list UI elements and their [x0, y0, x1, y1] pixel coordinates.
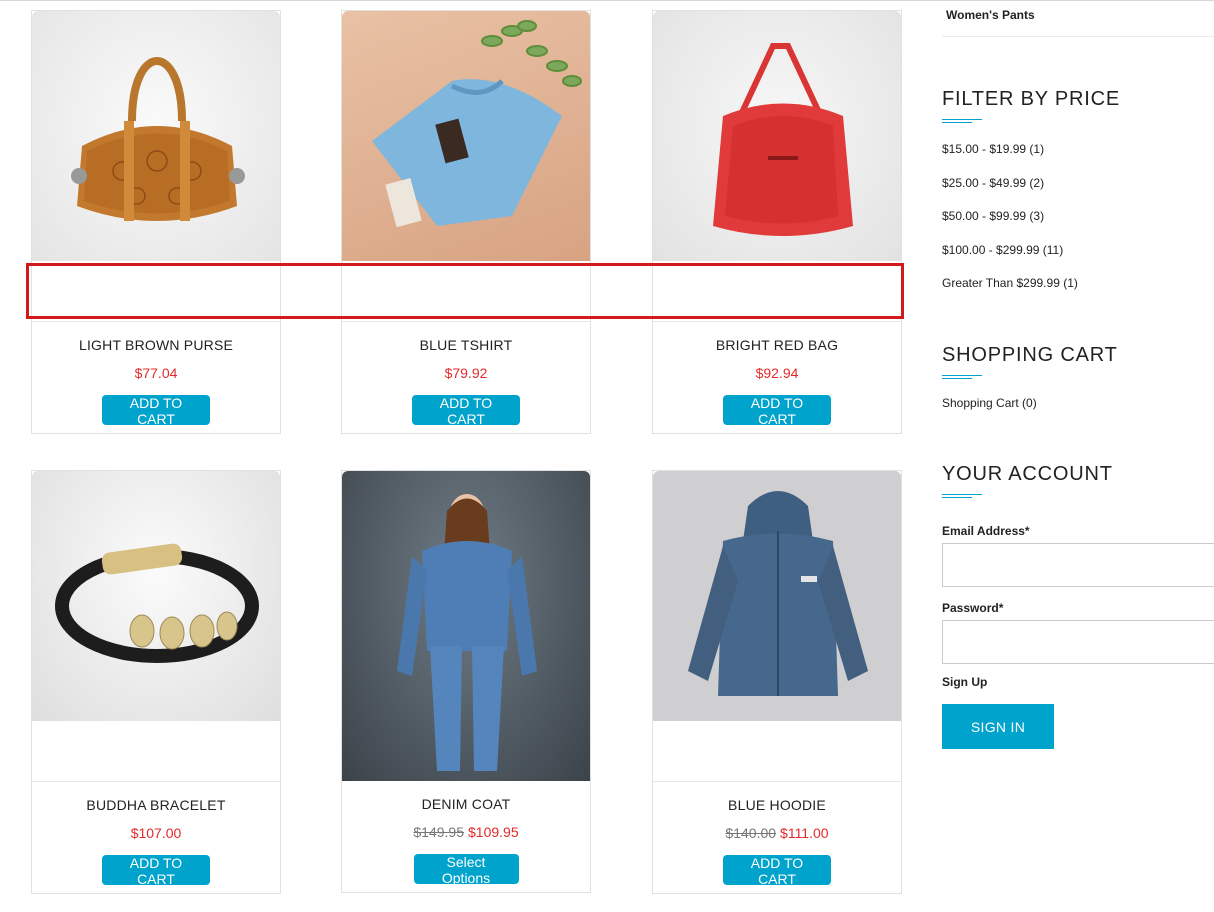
top-divider	[0, 0, 1214, 1]
product-name[interactable]: BRIGHT RED BAG	[653, 337, 901, 353]
category-link-womens-pants[interactable]: Women's Pants	[946, 8, 1035, 22]
password-label: Password*	[942, 601, 1004, 615]
old-price: $140.00	[725, 825, 777, 841]
email-field[interactable]	[942, 543, 1214, 587]
card-spacer	[32, 721, 280, 782]
denim-coat-image[interactable]	[342, 471, 590, 781]
product-card: LIGHT BROWN PURSE $77.04 ADD TO CART	[31, 10, 281, 434]
product-card: BRIGHT RED BAG $92.94 ADD TO CART	[652, 10, 902, 434]
price-filter-link[interactable]: $50.00 - $99.99 (3)	[942, 209, 1044, 223]
brown-purse-image[interactable]	[32, 11, 280, 261]
blue-tshirt-image[interactable]	[342, 11, 590, 261]
product-price: $79.92	[342, 365, 590, 381]
password-field[interactable]	[942, 620, 1214, 664]
card-spacer	[653, 721, 901, 782]
product-price: $77.04	[32, 365, 280, 381]
add-to-cart-button[interactable]: ADD TO CART	[723, 395, 831, 427]
heading-underline	[942, 494, 982, 498]
bracelet-image[interactable]	[32, 471, 280, 721]
product-price: $140.00 $111.00	[653, 825, 901, 841]
card-spacer	[32, 261, 280, 322]
product-name[interactable]: BUDDHA BRACELET	[32, 797, 280, 813]
product-name[interactable]: BLUE HOODIE	[653, 797, 901, 813]
add-to-cart-button[interactable]: ADD TO CART	[412, 395, 520, 427]
product-card: DENIM COAT $149.95 $109.95 Select Options	[341, 470, 591, 893]
product-price: $107.00	[32, 825, 280, 841]
product-card: BLUE HOODIE $140.00 $111.00 ADD TO CART	[652, 470, 902, 894]
add-to-cart-button[interactable]: ADD TO CART	[102, 855, 210, 887]
price-value: $107.00	[130, 825, 182, 841]
product-name[interactable]: DENIM COAT	[342, 796, 590, 812]
card-spacer	[342, 261, 590, 322]
sidebar-divider	[942, 36, 1214, 37]
price-filter-link[interactable]: $25.00 - $49.99 (2)	[942, 176, 1044, 190]
heading-underline	[942, 375, 982, 379]
price-filter-link[interactable]: Greater Than $299.99 (1)	[942, 276, 1078, 290]
product-name[interactable]: LIGHT BROWN PURSE	[32, 337, 280, 353]
price-value: $109.95	[468, 824, 519, 840]
shopping-cart-link[interactable]: Shopping Cart (0)	[942, 396, 1037, 410]
select-options-button[interactable]: Select Options	[413, 854, 519, 886]
product-price: $149.95 $109.95	[342, 824, 590, 840]
red-bag-image[interactable]	[653, 11, 901, 261]
price-value: $92.94	[755, 365, 799, 381]
email-label: Email Address*	[942, 524, 1030, 538]
filter-by-price-heading: FILTER BY PRICE	[942, 88, 1120, 110]
old-price: $149.95	[413, 824, 464, 840]
add-to-cart-button[interactable]: ADD TO CART	[102, 395, 210, 427]
product-price: $92.94	[653, 365, 901, 381]
price-filter-link[interactable]: $100.00 - $299.99 (11)	[942, 243, 1063, 257]
your-account-heading: YOUR ACCOUNT	[942, 463, 1113, 485]
price-value: $77.04	[134, 365, 178, 381]
product-card: BUDDHA BRACELET $107.00 ADD TO CART	[31, 470, 281, 894]
shopping-cart-heading: SHOPPING CART	[942, 344, 1118, 366]
price-filter-link[interactable]: $15.00 - $19.99 (1)	[942, 142, 1044, 156]
product-card: BLUE TSHIRT $79.92 ADD TO CART	[341, 10, 591, 434]
heading-underline	[942, 119, 982, 123]
card-spacer	[653, 261, 901, 322]
add-to-cart-button[interactable]: ADD TO CART	[723, 855, 831, 887]
hoodie-image[interactable]	[653, 471, 901, 721]
price-value: $111.00	[780, 825, 829, 841]
price-value: $79.92	[444, 365, 488, 381]
sign-up-link[interactable]: Sign Up	[942, 675, 987, 689]
product-name[interactable]: BLUE TSHIRT	[342, 337, 590, 353]
sign-in-button[interactable]: SIGN IN	[942, 704, 1054, 749]
